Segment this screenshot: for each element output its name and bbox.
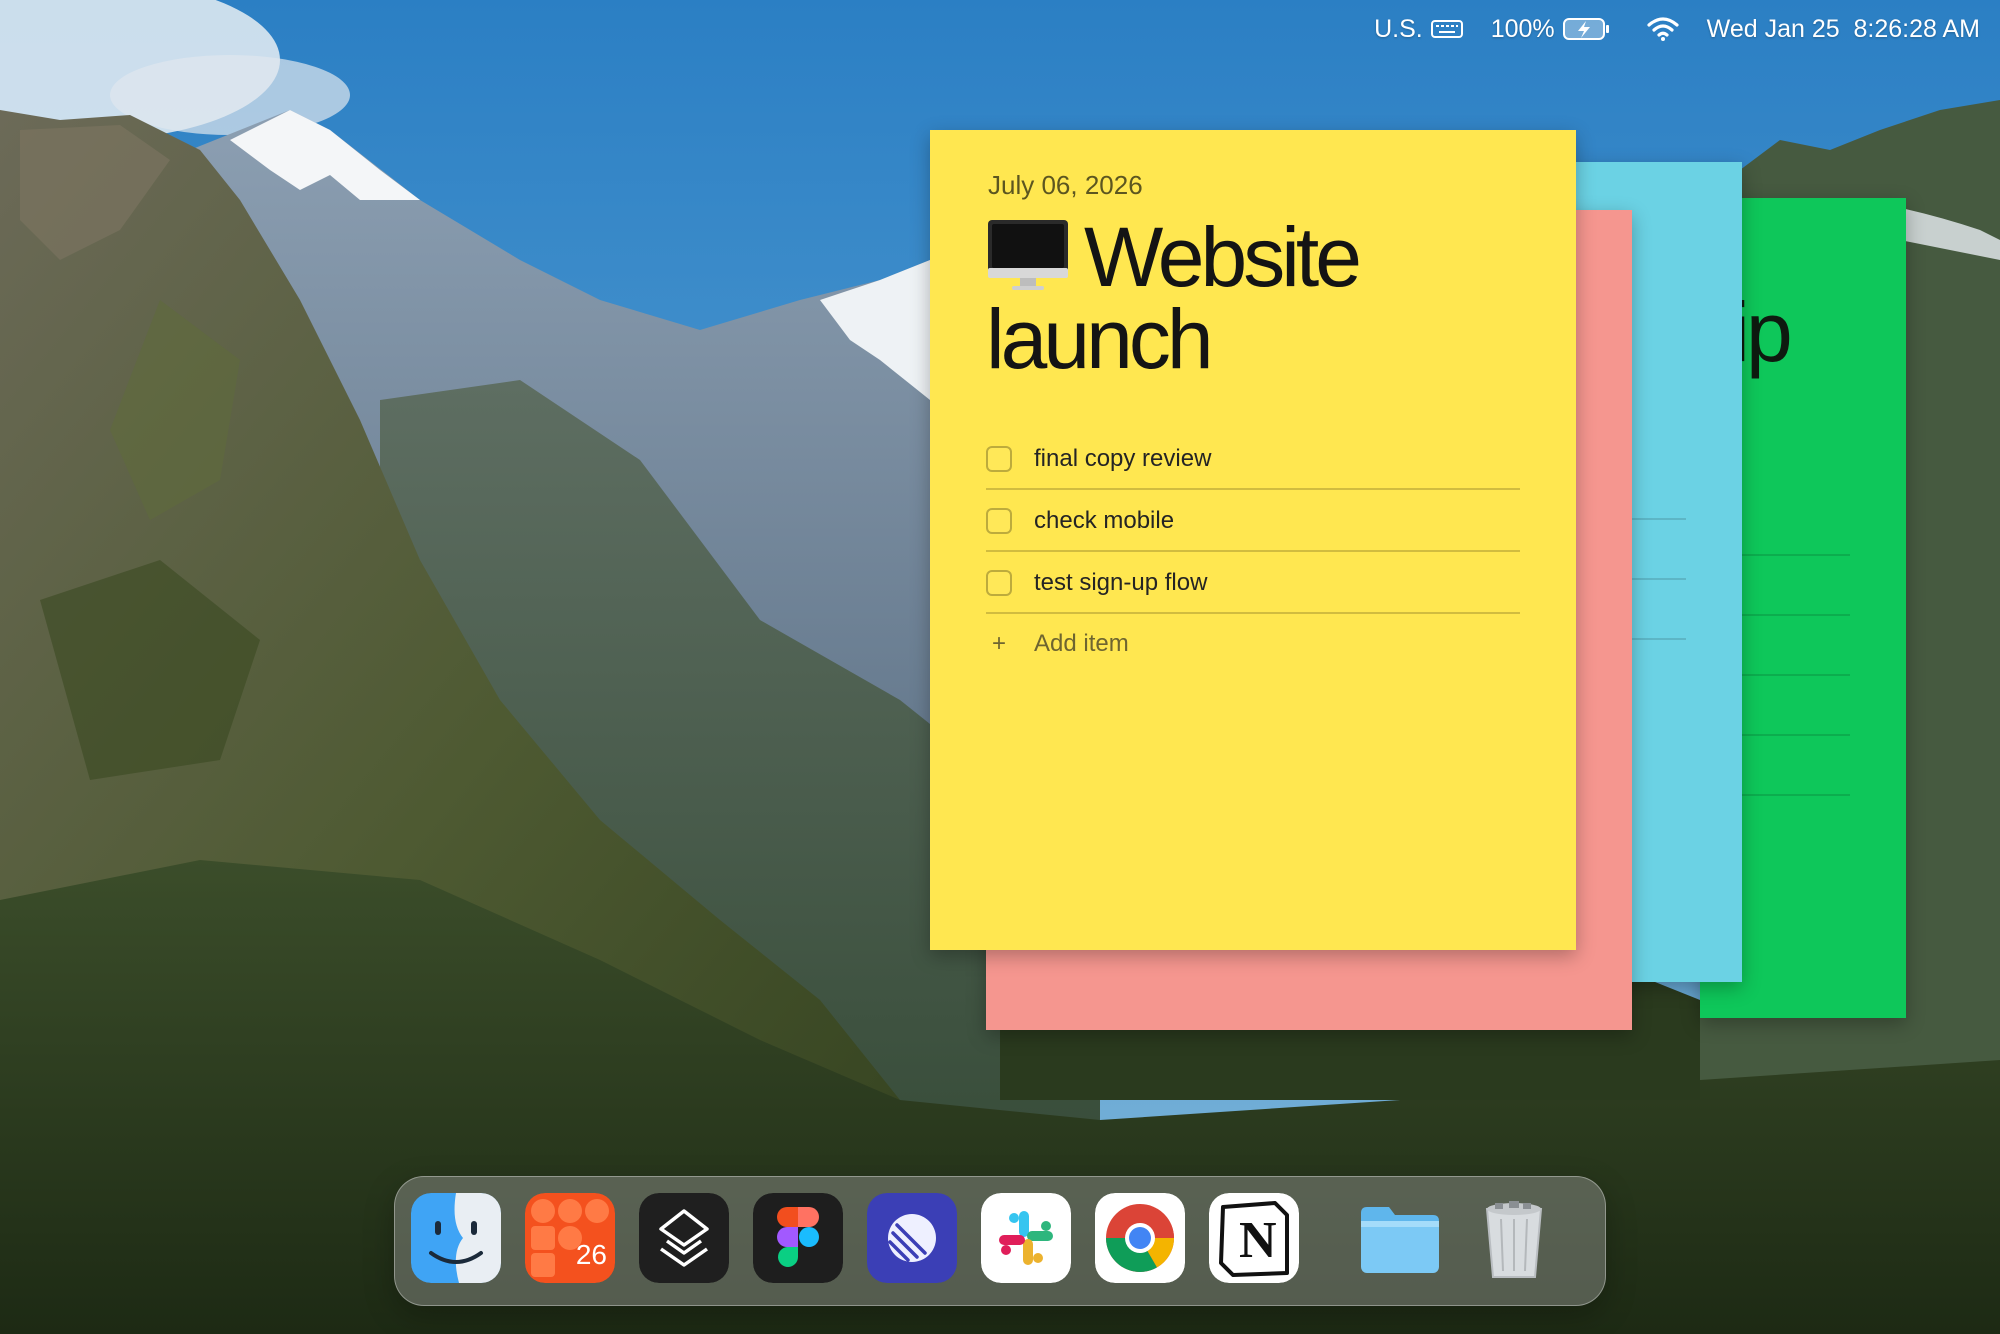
slack-icon [981,1193,1071,1283]
finder-icon [411,1193,501,1283]
wifi-menu[interactable] [1639,16,1679,42]
linear-icon [867,1193,957,1283]
checkbox[interactable] [986,508,1012,534]
dock-app-finder[interactable] [411,1193,501,1283]
menu-bar: U.S. 100% Wed Jan 25 8:26:28 AM [1346,0,2000,58]
add-item-label: Add item [1034,630,1129,657]
checklist-item-label[interactable]: test sign-up flow [1034,569,1207,597]
note-title-line2: launch [986,292,1214,386]
checkbox[interactable] [986,446,1012,472]
checklist: final copy review check mobile test sign… [986,430,1520,672]
input-source-label: U.S. [1374,14,1423,43]
checklist-item[interactable]: test sign-up flow [986,554,1520,614]
add-item-button[interactable]: + Add item [986,616,1520,672]
battery-menu[interactable]: 100% [1491,15,1611,44]
checklist-item-label[interactable]: check mobile [1034,507,1174,535]
desktop-computer-icon [986,218,1070,301]
layers-app-icon [639,1193,729,1283]
clock-datetime: Wed Jan 25 8:26:28 AM [1706,14,1980,43]
wifi-icon [1647,16,1679,42]
notion-glyph: N [1239,1212,1277,1269]
folder-icon [1361,1207,1439,1273]
dock-app-folder[interactable] [1355,1193,1445,1283]
figma-icon [753,1193,843,1283]
trash-icon [1485,1201,1543,1278]
dock-app-linear[interactable] [867,1193,957,1283]
chrome-icon [1095,1193,1185,1283]
dock-app-trash[interactable] [1469,1193,1559,1283]
dock-app-layers[interactable] [639,1193,729,1283]
dock-app-chrome[interactable] [1095,1193,1185,1283]
plus-icon: + [991,630,1006,657]
dock-app-figma[interactable] [753,1193,843,1283]
input-source-menu[interactable]: U.S. [1374,15,1463,44]
note-date: July 06, 2026 [988,170,1143,200]
dock-app-notion[interactable]: N [1209,1193,1299,1283]
clock[interactable]: Wed Jan 25 8:26:28 AM [1707,15,1980,44]
note-title[interactable]: Website launch [986,215,1546,381]
dock: 26 N [394,1176,1606,1306]
calendar-badge-text: 26 [575,1239,607,1270]
note-title-line1: Website [1084,210,1362,304]
battery-charging-icon [1562,17,1611,41]
checkbox[interactable] [986,570,1012,596]
keyboard-icon [1430,19,1463,39]
dock-app-calendar[interactable]: 26 [525,1193,615,1283]
dock-app-slack[interactable] [981,1193,1071,1283]
checklist-item-label[interactable]: final copy review [1034,445,1211,473]
battery-percent: 100% [1490,14,1555,43]
note-card-active[interactable]: July 06, 2026 Website launch final copy … [930,130,1576,950]
checklist-item[interactable]: final copy review [986,430,1520,490]
checklist-item[interactable]: check mobile [986,492,1520,552]
